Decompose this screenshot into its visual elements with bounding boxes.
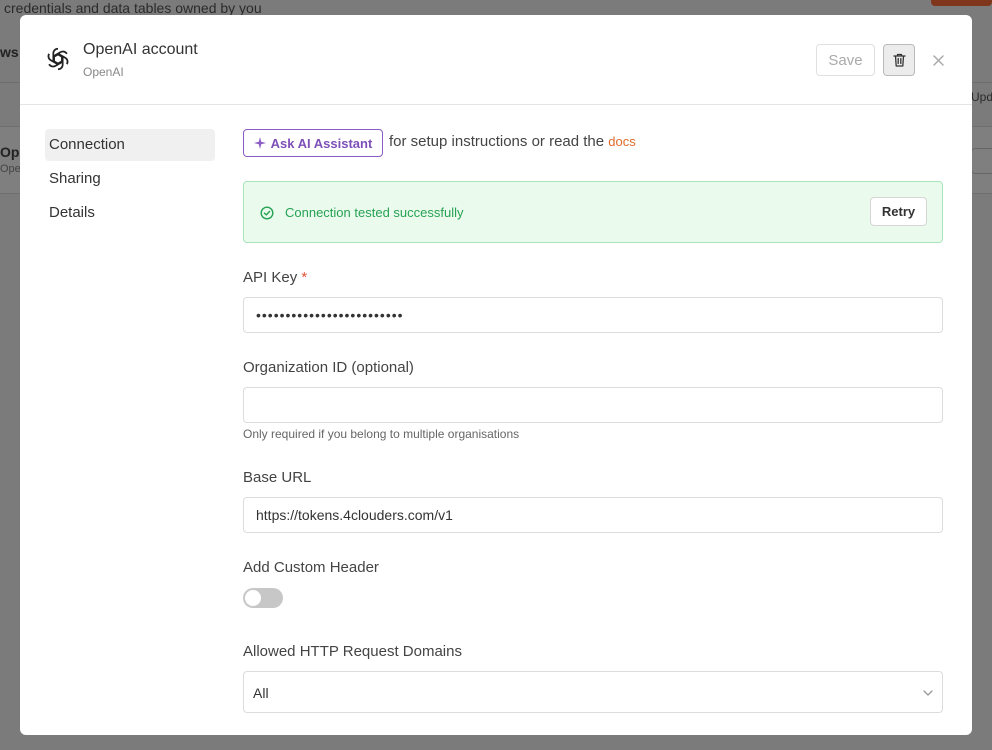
modal-title: OpenAI account <box>83 41 198 58</box>
modal-header: OpenAI account OpenAI Save <box>20 15 972 105</box>
close-icon <box>932 54 944 66</box>
connection-status-message: Connection tested successfully <box>285 205 464 220</box>
check-circle-icon <box>260 206 274 220</box>
base-url-field[interactable] <box>243 497 943 533</box>
api-key-label-text: API Key <box>243 269 298 286</box>
retry-button[interactable]: Retry <box>870 197 927 226</box>
base-url-label: Base URL <box>243 469 312 486</box>
assistant-helper-label: for setup instructions or read the <box>389 133 605 150</box>
credential-modal: OpenAI account OpenAI Save Connection Sh… <box>20 15 972 735</box>
close-button[interactable] <box>928 50 948 70</box>
modal-subtitle: OpenAI <box>83 65 124 79</box>
api-key-label: API Key * <box>243 269 307 286</box>
chevron-down-icon <box>923 690 933 696</box>
docs-link[interactable]: docs <box>608 134 635 149</box>
connection-status-banner: Connection tested successfully Retry <box>243 181 943 243</box>
ask-ai-assistant-label: Ask AI Assistant <box>270 135 373 151</box>
required-mark: * <box>301 269 308 286</box>
sidebar-item-details[interactable]: Details <box>45 197 215 229</box>
sidebar-item-sharing[interactable]: Sharing <box>45 163 215 195</box>
org-id-hint: Only required if you belong to multiple … <box>243 427 520 441</box>
sidebar-item-connection[interactable]: Connection <box>45 129 215 161</box>
custom-header-toggle[interactable] <box>243 588 283 608</box>
trash-icon <box>892 53 906 67</box>
allowed-domains-value: All <box>253 685 269 701</box>
allowed-domains-select[interactable]: All <box>243 671 943 713</box>
toggle-knob <box>245 590 261 606</box>
openai-logo-icon <box>45 47 71 71</box>
org-id-field[interactable] <box>243 387 943 423</box>
assistant-helper-text: for setup instructions or read the docs <box>389 133 636 150</box>
delete-button[interactable] <box>883 44 915 76</box>
org-id-label: Organization ID (optional) <box>243 359 414 376</box>
save-button[interactable]: Save <box>816 44 875 76</box>
ask-ai-assistant-button[interactable]: Ask AI Assistant <box>243 129 383 157</box>
sparkle-icon <box>253 137 266 149</box>
allowed-domains-label: Allowed HTTP Request Domains <box>243 643 462 660</box>
api-key-field[interactable] <box>243 297 943 333</box>
custom-header-label: Add Custom Header <box>243 559 379 576</box>
